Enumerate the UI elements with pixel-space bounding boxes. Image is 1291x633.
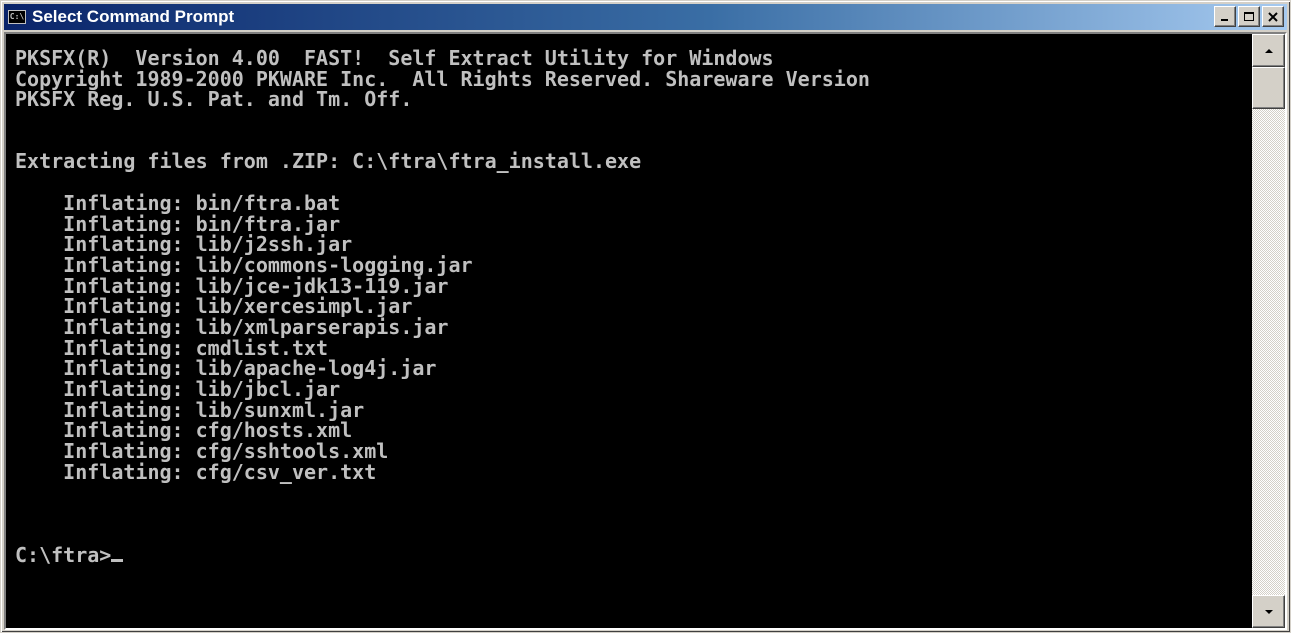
scroll-down-button[interactable]: [1252, 595, 1285, 628]
console-line: Inflating: cfg/sshtools.xml: [15, 439, 389, 464]
console-line: Copyright 1989-2000 PKWARE Inc. All Righ…: [15, 66, 870, 91]
console-icon[interactable]: C:\: [8, 10, 26, 24]
console-output[interactable]: PKSFX(R) Version 4.00 FAST! Self Extract…: [6, 34, 1252, 628]
minimize-icon: [1221, 18, 1228, 21]
window-title: Select Command Prompt: [32, 7, 235, 26]
console-line: Inflating: lib/commons-logging.jar: [15, 252, 473, 277]
minimize-button[interactable]: [1214, 6, 1236, 27]
scroll-down-arrow-icon: [1264, 609, 1273, 614]
text-cursor: [111, 558, 124, 562]
console-line: PKSFX(R) Version 4.00 FAST! Self Extract…: [15, 46, 774, 70]
scroll-up-button[interactable]: [1252, 34, 1285, 67]
console-line: Inflating: lib/apache-log4j.jar: [15, 356, 437, 381]
console-line: Inflating: bin/ftra.jar: [15, 211, 341, 236]
console-line: Extracting files from .ZIP: C:\ftra\ftra…: [15, 149, 642, 174]
prompt-line[interactable]: C:\ftra>: [15, 542, 1252, 567]
console-text: PKSFX(R) Version 4.00 FAST! Self Extract…: [6, 34, 1252, 565]
command-prompt: C:\ftra>: [15, 542, 112, 567]
console-line: PKSFX Reg. U.S. Pat. and Tm. Off.: [15, 87, 413, 112]
console-line: Inflating: lib/sunxml.jar: [15, 397, 365, 422]
console-line: Inflating: lib/jce-jdk13-119.jar: [15, 273, 449, 298]
console-line: Inflating: bin/ftra.bat: [15, 190, 341, 215]
close-icon: [1268, 11, 1278, 22]
console-line: Inflating: lib/j2ssh.jar: [15, 232, 353, 257]
maximize-button[interactable]: [1238, 6, 1260, 27]
close-button[interactable]: [1262, 6, 1284, 27]
command-prompt-window: C:\ Select Command Prompt PKSFX(R) Versi…: [0, 0, 1291, 633]
console-line: Inflating: lib/jbcl.jar: [15, 377, 341, 401]
title-bar[interactable]: C:\ Select Command Prompt: [4, 4, 1287, 30]
scroll-thumb[interactable]: [1252, 67, 1285, 109]
maximize-icon: [1244, 11, 1254, 21]
console-line: Inflating: lib/xercesimpl.jar: [15, 294, 413, 319]
vertical-scrollbar[interactable]: [1252, 34, 1285, 628]
window-controls: [1214, 6, 1284, 27]
scroll-up-arrow-icon: [1264, 48, 1273, 53]
console-line: Inflating: lib/xmlparserapis.jar: [15, 314, 449, 339]
console-line: Inflating: cfg/csv_ver.txt: [15, 459, 377, 484]
console-line: Inflating: cfg/hosts.xml: [15, 418, 353, 443]
console-frame: PKSFX(R) Version 4.00 FAST! Self Extract…: [4, 32, 1287, 630]
console-line: Inflating: cmdlist.txt: [15, 335, 329, 360]
